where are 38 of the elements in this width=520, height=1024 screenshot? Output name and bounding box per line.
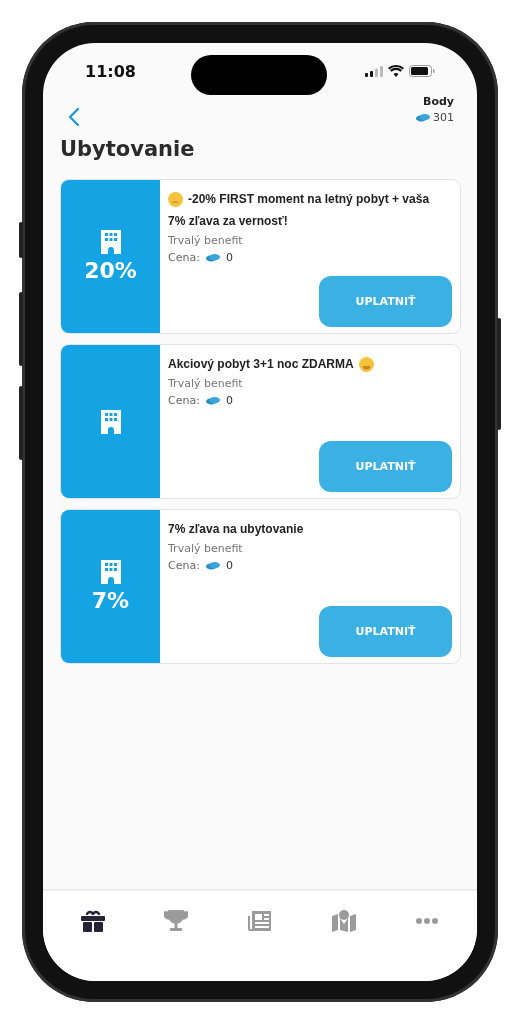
price-label: Cena: — [168, 394, 200, 407]
trophy-icon[interactable] — [164, 910, 189, 932]
hotel-icon — [99, 230, 122, 254]
wifi-icon — [388, 65, 404, 77]
hotel-icon — [99, 560, 122, 584]
offer-subtitle: Trvalý benefit — [168, 377, 244, 390]
redeem-button[interactable]: UPLATNIŤ — [319, 276, 452, 327]
coins-icon — [205, 561, 220, 570]
gift-icon[interactable] — [80, 910, 105, 932]
map-icon[interactable] — [331, 910, 356, 932]
coins-icon — [205, 396, 220, 405]
newspaper-icon[interactable] — [248, 910, 272, 932]
points-label: Body — [423, 95, 454, 108]
price-value: 0 — [225, 394, 233, 407]
offer-title: 7% zľava na ubytovanie — [168, 522, 304, 536]
battery-icon — [409, 65, 435, 77]
back-icon[interactable] — [68, 107, 80, 127]
offer-title: 7% zľava za vernosť! — [168, 214, 288, 228]
price-label: Cena: — [168, 559, 200, 572]
offer-title: Akciový pobyt 3+1 noc ZDARMA — [168, 357, 354, 371]
discount-value: 7% — [91, 588, 130, 613]
hotel-icon — [99, 409, 122, 434]
price-value: 0 — [225, 559, 233, 572]
coins-icon — [416, 113, 430, 122]
points-value: 301 — [433, 111, 454, 124]
coins-icon — [205, 253, 220, 262]
offer-subtitle: Trvalý benefit — [168, 542, 244, 555]
status-time: 11:08 — [85, 61, 136, 81]
offer-title: -20% FIRST moment na letný pobyt + vaša — [188, 192, 430, 206]
redeem-button[interactable]: UPLATNIŤ — [319, 606, 452, 657]
offer-subtitle: Trvalý benefit — [168, 234, 244, 247]
page-title: Ubytovanie — [60, 137, 196, 161]
discount-value: 20% — [84, 258, 137, 283]
redeem-button[interactable]: UPLATNIŤ — [319, 441, 452, 492]
signal-icon — [365, 65, 383, 77]
price-value: 0 — [225, 251, 233, 264]
more-icon[interactable] — [416, 918, 439, 924]
price-label: Cena: — [168, 251, 200, 264]
